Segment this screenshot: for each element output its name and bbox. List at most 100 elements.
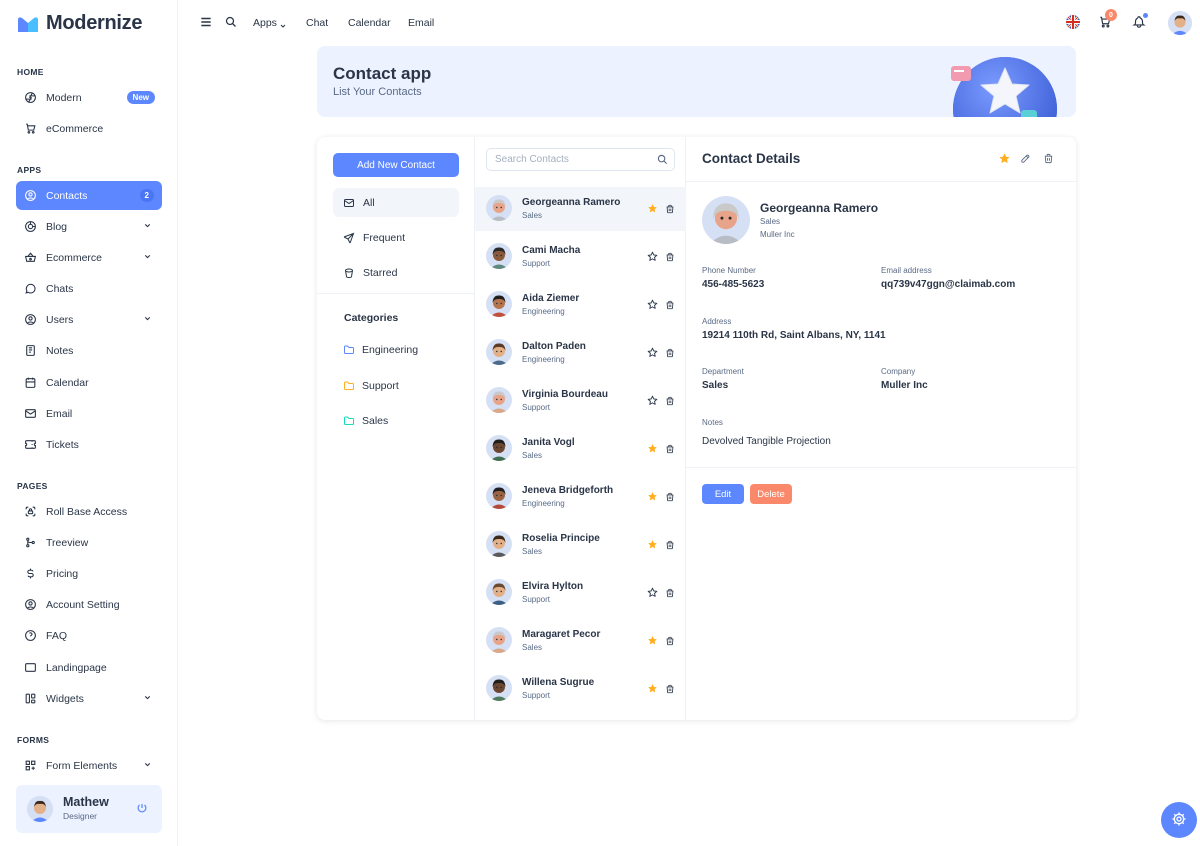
- sidebar-item-label: Calendar: [46, 376, 89, 389]
- trash-icon[interactable]: [665, 299, 675, 313]
- star-outline-icon[interactable]: [647, 299, 658, 313]
- contact-list-item[interactable]: Virginia Bourdeau Support: [475, 379, 686, 423]
- sidebar-item-label: eCommerce: [46, 122, 104, 135]
- chevron-down-icon: [143, 760, 152, 771]
- star-filled-icon[interactable]: [647, 491, 658, 505]
- trash-icon[interactable]: [665, 203, 675, 217]
- divider: [317, 293, 475, 294]
- sidebar-item-contacts[interactable]: Contacts 2: [16, 181, 162, 210]
- chevron-down-icon: [143, 314, 152, 325]
- sidebar-item-landingpage[interactable]: Landingpage: [16, 653, 162, 682]
- topbar-link-email[interactable]: Email: [408, 17, 434, 29]
- nav-section-pages: PAGES: [17, 481, 48, 491]
- filter-all[interactable]: All: [333, 188, 459, 217]
- sidebar-item-blog[interactable]: Blog: [16, 212, 162, 241]
- delete-button[interactable]: Delete: [750, 484, 792, 504]
- contact-list-item[interactable]: Willena Sugrue Support: [475, 667, 686, 711]
- star-filled-icon[interactable]: [647, 443, 658, 457]
- power-icon[interactable]: [136, 802, 148, 817]
- trash-icon[interactable]: [1043, 153, 1054, 167]
- search-contacts-input[interactable]: [486, 148, 675, 171]
- star-filled-icon[interactable]: [647, 539, 658, 553]
- star-filled-icon[interactable]: [647, 635, 658, 649]
- contact-list-item[interactable]: Roselia Principe Sales: [475, 523, 686, 567]
- trash-icon[interactable]: [665, 491, 675, 505]
- trash-icon[interactable]: [665, 587, 675, 601]
- star-outline-icon[interactable]: [647, 587, 658, 601]
- mail-icon: [343, 197, 355, 209]
- email-label: Email address: [881, 266, 932, 275]
- sidebar-item-roll-base-access[interactable]: Roll Base Access: [16, 497, 162, 526]
- search-icon[interactable]: [225, 16, 237, 31]
- page-title: Contact app: [333, 64, 432, 83]
- notification-dot: [1143, 13, 1148, 18]
- brand-logo[interactable]: Modernize: [16, 12, 143, 35]
- contact-avatar: [486, 291, 512, 317]
- contact-list-item[interactable]: Aida Ziemer Engineering: [475, 283, 686, 327]
- star-outline-icon[interactable]: [647, 347, 658, 361]
- trash-icon[interactable]: [665, 683, 675, 697]
- user-avatar[interactable]: [1168, 11, 1192, 35]
- contact-name: Willena Sugrue: [522, 677, 595, 688]
- contact-avatar: [486, 339, 512, 365]
- contact-avatar: [486, 195, 512, 221]
- contact-list-item[interactable]: Georgeanna Ramero Sales: [475, 187, 686, 231]
- topbar-link-calendar[interactable]: Calendar: [348, 17, 391, 29]
- star-icon[interactable]: [998, 152, 1011, 168]
- filter-frequent[interactable]: Frequent: [333, 223, 459, 252]
- trash-icon[interactable]: [665, 635, 675, 649]
- sidebar-item-form-elements[interactable]: Form Elements: [16, 751, 162, 780]
- topbar-link-apps[interactable]: Apps: [253, 17, 277, 29]
- settings-icon: [1171, 811, 1187, 830]
- contact-department: Support: [522, 691, 551, 700]
- category-support[interactable]: Support: [343, 380, 399, 392]
- layout-icon: [23, 692, 37, 706]
- search-icon[interactable]: [657, 154, 668, 168]
- sidebar-item-treeview[interactable]: Treeview: [16, 528, 162, 557]
- contact-list-item[interactable]: Cami Macha Support: [475, 235, 686, 279]
- trash-icon[interactable]: [665, 251, 675, 265]
- topbar-link-chat[interactable]: Chat: [306, 17, 328, 29]
- sidebar-item-label: Chats: [46, 282, 74, 295]
- contact-list-item[interactable]: Dalton Paden Engineering: [475, 331, 686, 375]
- contact-list-item[interactable]: Elvira Hylton Support: [475, 571, 686, 615]
- contact-list-item[interactable]: Jeneva Bridgeforth Engineering: [475, 475, 686, 519]
- settings-fab[interactable]: [1161, 802, 1197, 838]
- star-outline-icon[interactable]: [647, 395, 658, 409]
- contact-department: Sales: [522, 643, 543, 652]
- menu-icon[interactable]: [199, 15, 213, 32]
- sidebar-item-ecommerce[interactable]: eCommerce: [16, 114, 162, 143]
- uk-flag-icon[interactable]: [1066, 15, 1080, 32]
- edit-icon[interactable]: [1020, 153, 1031, 167]
- star-filled-icon[interactable]: [647, 683, 658, 697]
- contact-name: Cami Macha: [522, 245, 581, 256]
- sidebar-item-ecommerce-app[interactable]: Ecommerce: [16, 243, 162, 272]
- sidebar-item-pricing[interactable]: Pricing: [16, 559, 162, 588]
- sidebar-item-users[interactable]: Users: [16, 305, 162, 334]
- trash-icon[interactable]: [665, 347, 675, 361]
- sidebar-item-modern[interactable]: Modern New: [16, 83, 162, 112]
- sidebar-item-tickets[interactable]: Tickets: [16, 430, 162, 459]
- category-sales[interactable]: Sales: [343, 415, 388, 427]
- sidebar-item-faq[interactable]: FAQ: [16, 621, 162, 650]
- contact-list-item[interactable]: Maragaret Pecor Sales: [475, 619, 686, 663]
- edit-button[interactable]: Edit: [702, 484, 744, 504]
- sidebar-item-email[interactable]: Email: [16, 399, 162, 428]
- contacts-app-card: Add New Contact All Frequent Starred Cat…: [317, 137, 1076, 720]
- trash-icon[interactable]: [665, 443, 675, 457]
- category-engineering[interactable]: Engineering: [343, 344, 418, 356]
- star-outline-icon[interactable]: [647, 251, 658, 265]
- trash-icon[interactable]: [665, 395, 675, 409]
- trash-icon[interactable]: [665, 539, 675, 553]
- sidebar-item-notes[interactable]: Notes: [16, 336, 162, 365]
- add-new-contact-button[interactable]: Add New Contact: [333, 153, 459, 177]
- sidebar-item-widgets[interactable]: Widgets: [16, 684, 162, 713]
- star-filled-icon[interactable]: [647, 203, 658, 217]
- sidebar-item-account-setting[interactable]: Account Setting: [16, 590, 162, 619]
- sidebar-item-chats[interactable]: Chats: [16, 274, 162, 303]
- contact-list-item[interactable]: Janita Vogl Sales: [475, 427, 686, 471]
- page-subtitle: List Your Contacts: [333, 86, 422, 98]
- filter-starred[interactable]: Starred: [333, 258, 459, 287]
- sidebar-item-calendar[interactable]: Calendar: [16, 368, 162, 397]
- avatar: [27, 796, 53, 822]
